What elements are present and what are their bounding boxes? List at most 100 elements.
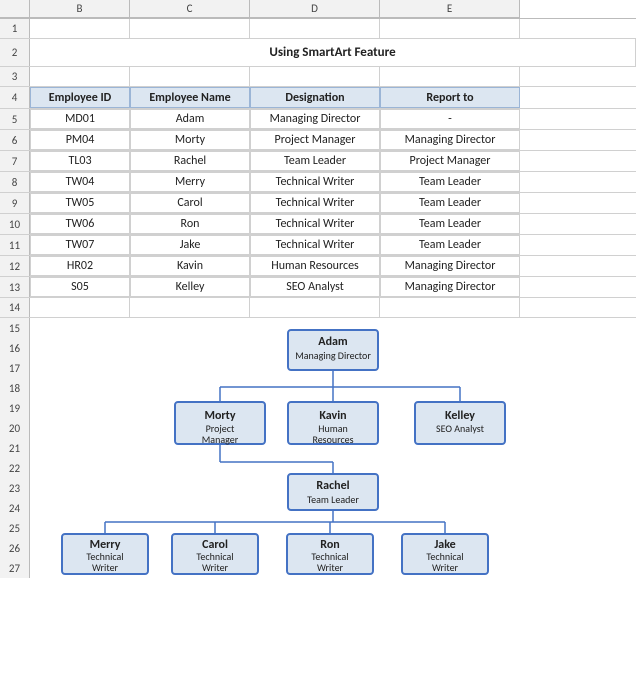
cell-name-10[interactable]: Ron: [130, 214, 250, 234]
cell-desig-11[interactable]: Technical Writer: [250, 235, 380, 255]
cell-desig-8[interactable]: Technical Writer: [250, 172, 380, 192]
cell-b3[interactable]: [30, 67, 130, 86]
row-num-3: 3: [0, 67, 30, 86]
column-headers: B C D E: [0, 0, 636, 19]
cell-name-5[interactable]: Adam: [130, 109, 250, 129]
rn-15: 15: [0, 318, 30, 338]
chart-row-nums: 15 16 17 18 19 20 21 22 23 24 25 26 27: [0, 318, 30, 586]
corner-cell: [0, 0, 30, 18]
cell-id-13[interactable]: S05: [30, 277, 130, 297]
chart-area: 15 16 17 18 19 20 21 22 23 24 25 26 27 A…: [0, 318, 636, 586]
row-9: 9 TW05 Carol Technical Writer Team Leade…: [0, 193, 636, 214]
cell-name-9[interactable]: Carol: [130, 193, 250, 213]
cell-d3[interactable]: [250, 67, 380, 86]
row-num-10: 10: [0, 214, 30, 234]
cell-e3[interactable]: [380, 67, 520, 86]
row-num-14: 14: [0, 298, 30, 317]
cell-desig-5[interactable]: Managing Director: [250, 109, 380, 129]
cell-id-12[interactable]: HR02: [30, 256, 130, 276]
cell-e14[interactable]: [380, 298, 520, 317]
row-num-1: 1: [0, 19, 30, 38]
cell-id-11[interactable]: TW07: [30, 235, 130, 255]
cell-id-7[interactable]: TL03: [30, 151, 130, 171]
col-header-c: C: [130, 0, 250, 18]
cell-report-5[interactable]: -: [380, 109, 520, 129]
rn-26: 26: [0, 538, 30, 558]
kelley-role-1: SEO Analyst: [436, 422, 485, 435]
cell-desig-12[interactable]: Human Resources: [250, 256, 380, 276]
cell-desig-10[interactable]: Technical Writer: [250, 214, 380, 234]
cell-e1[interactable]: [380, 19, 520, 38]
cell-name-12[interactable]: Kavin: [130, 256, 250, 276]
row-8: 8 TW04 Merry Technical Writer Team Leade…: [0, 172, 636, 193]
cell-c1[interactable]: [130, 19, 250, 38]
cell-desig-7[interactable]: Team Leader: [250, 151, 380, 171]
org-chart-container: Adam Managing Director Morty Project Man…: [30, 318, 636, 586]
rn-22: 22: [0, 458, 30, 478]
row-7: 7 TL03 Rachel Team Leader Project Manage…: [0, 151, 636, 172]
row-13: 13 S05 Kelley SEO Analyst Managing Direc…: [0, 277, 636, 298]
kavin-name: Kavin: [319, 409, 346, 423]
rn-17: 17: [0, 358, 30, 378]
row-14: 14: [0, 298, 636, 318]
row-11: 11 TW07 Jake Technical Writer Team Leade…: [0, 235, 636, 256]
cell-report-12[interactable]: Managing Director: [380, 256, 520, 276]
row-10: 10 TW06 Ron Technical Writer Team Leader: [0, 214, 636, 235]
cell-report-11[interactable]: Team Leader: [380, 235, 520, 255]
cell-name-7[interactable]: Rachel: [130, 151, 250, 171]
cell-id-6[interactable]: PM04: [30, 130, 130, 150]
cell-b1[interactable]: [30, 19, 130, 38]
cell-name-11[interactable]: Jake: [130, 235, 250, 255]
morty-name: Morty: [204, 409, 235, 423]
row-num-5: 5: [0, 109, 30, 129]
kavin-role-2: Resources: [312, 433, 353, 446]
rn-16: 16: [0, 338, 30, 358]
cell-c3[interactable]: [130, 67, 250, 86]
cell-name-13[interactable]: Kelley: [130, 277, 250, 297]
row-12: 12 HR02 Kavin Human Resources Managing D…: [0, 256, 636, 277]
cell-id-8[interactable]: TW04: [30, 172, 130, 192]
row-num-13: 13: [0, 277, 30, 297]
spreadsheet: B C D E 1 2 Using SmartArt Feature 3 4 E…: [0, 0, 636, 586]
rn-25: 25: [0, 518, 30, 538]
col-header-d: D: [250, 0, 380, 18]
cell-report-9[interactable]: Team Leader: [380, 193, 520, 213]
cell-desig-9[interactable]: Technical Writer: [250, 193, 380, 213]
cell-d14[interactable]: [250, 298, 380, 317]
rn-20: 20: [0, 418, 30, 438]
cell-d1[interactable]: [250, 19, 380, 38]
row-num-7: 7: [0, 151, 30, 171]
org-chart-svg: Adam Managing Director Morty Project Man…: [30, 322, 636, 582]
row-num-4: 4: [0, 87, 30, 108]
col-header-e: E: [380, 0, 520, 18]
cell-c14[interactable]: [130, 298, 250, 317]
cell-name-8[interactable]: Merry: [130, 172, 250, 192]
cell-desig-6[interactable]: Project Manager: [250, 130, 380, 150]
rachel-name: Rachel: [316, 479, 349, 493]
cell-id-9[interactable]: TW05: [30, 193, 130, 213]
adam-name: Adam: [318, 335, 348, 349]
th-report-to: Report to: [380, 87, 520, 108]
rn-18: 18: [0, 378, 30, 398]
rachel-role: Team Leader: [307, 493, 359, 506]
cell-b14[interactable]: [30, 298, 130, 317]
ron-role-2: Writer: [317, 561, 344, 574]
cell-report-8[interactable]: Team Leader: [380, 172, 520, 192]
cell-report-7[interactable]: Project Manager: [380, 151, 520, 171]
jake-role-2: Writer: [432, 561, 459, 574]
row-num-8: 8: [0, 172, 30, 192]
rn-23: 23: [0, 478, 30, 498]
cell-report-13[interactable]: Managing Director: [380, 277, 520, 297]
col-header-b: B: [30, 0, 130, 18]
cell-id-10[interactable]: TW06: [30, 214, 130, 234]
row-3: 3: [0, 67, 636, 87]
carol-role-2: Writer: [202, 561, 229, 574]
cell-report-10[interactable]: Team Leader: [380, 214, 520, 234]
cell-report-6[interactable]: Managing Director: [380, 130, 520, 150]
cell-id-5[interactable]: MD01: [30, 109, 130, 129]
adam-role: Managing Director: [295, 349, 371, 362]
cell-name-6[interactable]: Morty: [130, 130, 250, 150]
row-4-header: 4 Employee ID Employee Name Designation …: [0, 87, 636, 109]
cell-desig-13[interactable]: SEO Analyst: [250, 277, 380, 297]
row-num-2: 2: [0, 39, 30, 66]
